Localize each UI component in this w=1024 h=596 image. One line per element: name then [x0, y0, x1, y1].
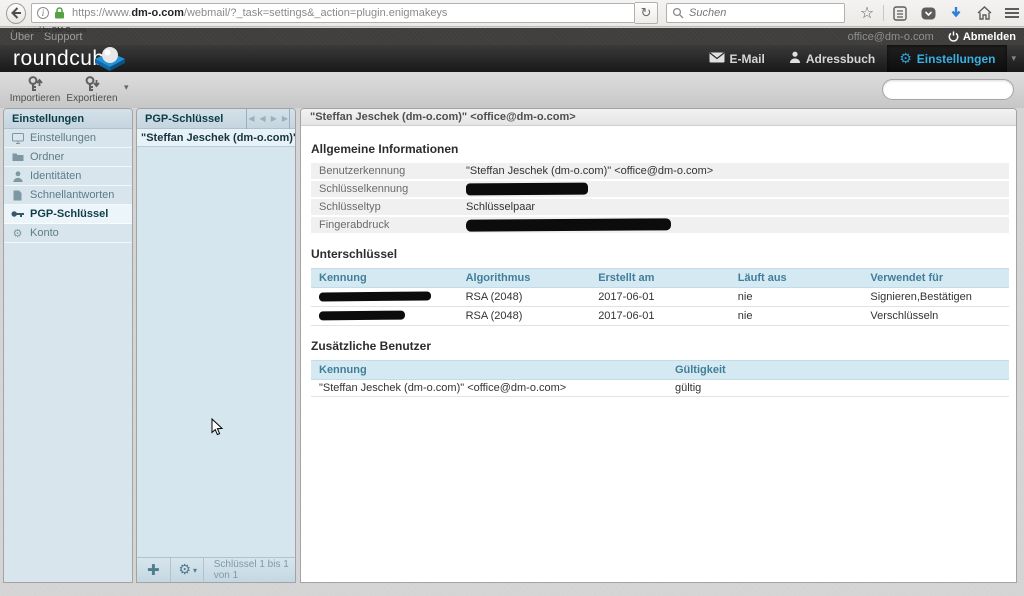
key-list-item[interactable]: "Steffan Jeschek (dm-o.com)" <office@dm-… — [137, 129, 295, 147]
subkeys-table: Kennung Algorithmus Erstellt am Läuft au… — [311, 268, 1009, 326]
sidebar-item-pgp-schluessel[interactable]: PGP-Schlüssel — [4, 205, 132, 224]
redacted-subkey-id — [319, 311, 405, 321]
sidebar-title: Einstellungen — [4, 109, 132, 129]
info-icon[interactable]: i — [37, 7, 49, 19]
logout-button[interactable]: Abmelden — [948, 31, 1016, 43]
pgp-key-list-panel: PGP-Schlüssel ◀ ◀ ▶ ▶ "Steffan Jeschek (… — [136, 108, 296, 583]
key-icon — [11, 210, 24, 218]
url-bar[interactable]: i https://www.dm-o.com/webmail/?_task=se… — [31, 3, 635, 23]
export-caret-icon[interactable]: ▾ — [124, 82, 129, 93]
sidebar-item-ordner[interactable]: Ordner — [4, 148, 132, 167]
document-icon — [11, 190, 24, 201]
gear-icon: ⚙ — [11, 227, 24, 240]
screen: i https://www.dm-o.com/webmail/?_task=se… — [0, 0, 1024, 596]
identity-icon — [11, 171, 24, 182]
lock-icon[interactable] — [54, 7, 65, 19]
redacted-key-id — [466, 183, 588, 196]
reload-button[interactable]: ↻ — [635, 2, 658, 24]
tab-addressbook[interactable]: Adressbuch — [777, 45, 887, 72]
email-icon — [709, 52, 725, 66]
search-icon — [672, 7, 684, 19]
key-details-panel: "Steffan Jeschek (dm-o.com)" <office@dm-… — [300, 108, 1017, 583]
mouse-cursor — [211, 418, 223, 441]
display-icon — [11, 133, 24, 144]
footer-separator — [203, 558, 204, 583]
keys-search-box[interactable]: ✕ — [882, 79, 1014, 100]
app-toolbar: Importieren Exportieren ▾ ✕ — [0, 72, 1024, 108]
roundcube-headerbar: roundcube E-Mail Adres — [0, 45, 1024, 72]
info-row-benutzerkennung: Benutzerkennung "Steffan Jeschek (dm-o.c… — [311, 163, 1009, 179]
bookmarks-list-icon[interactable] — [888, 2, 912, 24]
browser-search[interactable] — [666, 3, 845, 23]
back-arrow-icon — [10, 7, 22, 19]
import-key-icon — [8, 76, 62, 93]
list-options-caret-icon[interactable]: ▾ — [193, 566, 197, 575]
tab-settings[interactable]: ⚙ Einstellungen — [887, 45, 1007, 72]
sidebar-item-einstellungen[interactable]: Einstellungen — [4, 129, 132, 148]
keylist-title: PGP-Schlüssel — [145, 109, 223, 129]
folder-icon — [11, 152, 24, 162]
add-key-button[interactable]: ✚ — [137, 561, 170, 579]
roundcube-topbar: Über Support office@dm-o.com Abmelden — [0, 28, 1024, 45]
users-heading: Zusätzliche Benutzer — [311, 339, 1009, 353]
pocket-icon[interactable] — [916, 2, 940, 24]
list-pagination: ◀ ◀ ▶ ▶ — [246, 109, 290, 129]
users-table: Kennung Gültigkeit "Steffan Jeschek (dm-… — [311, 360, 1009, 397]
menu-icon[interactable] — [1000, 2, 1024, 24]
downloads-icon[interactable] — [944, 2, 968, 24]
roundcube-cube-icon — [92, 44, 128, 81]
account-name: office@dm-o.com — [848, 31, 934, 43]
tasknav-caret-icon[interactable]: ▾ — [1007, 53, 1024, 64]
gear-icon: ⚙ — [899, 51, 912, 67]
powered-by-text: powered by DM-O.com — [14, 27, 86, 34]
info-row-schluesselkennung: Schlüsselkennung — [311, 181, 1009, 197]
key-count-display: Schlüssel 1 bis 1 von 1 — [214, 559, 295, 581]
browser-action-icons: ☆ — [855, 2, 1024, 24]
task-navigation: E-Mail Adressbuch ⚙ Einstellungen ▾ — [697, 45, 1024, 72]
subkeys-header-row: Kennung Algorithmus Erstellt am Läuft au… — [311, 269, 1009, 288]
keys-search-input[interactable] — [893, 84, 1024, 96]
sidebar-item-schnellantworten[interactable]: Schnellantworten — [4, 186, 132, 205]
prev-page-icon[interactable]: ◀ — [260, 109, 266, 129]
sidebar-item-konto[interactable]: ⚙ Konto — [4, 224, 132, 243]
info-row-schluesseltyp: Schlüsseltyp Schlüsselpaar — [311, 199, 1009, 215]
key-list-footer: ✚ ⚙ ▾ Schlüssel 1 bis 1 von 1 — [137, 557, 295, 582]
subkeys-heading: Unterschlüssel — [311, 247, 1009, 261]
home-icon[interactable] — [972, 2, 996, 24]
bookmark-star-icon[interactable]: ☆ — [855, 2, 879, 24]
toolbar-separator — [883, 5, 884, 21]
url-text: https://www.dm-o.com/webmail/?_task=sett… — [72, 7, 447, 19]
tab-email[interactable]: E-Mail — [697, 45, 777, 72]
subkey-row: RSA (2048) 2017-06-01 nie Signieren,Best… — [311, 288, 1009, 307]
list-options-button[interactable]: ⚙ — [170, 562, 193, 578]
import-button[interactable]: Importieren — [8, 76, 62, 104]
next-page-icon[interactable]: ▶ — [271, 109, 277, 129]
contact-icon — [789, 51, 801, 66]
subkey-row: RSA (2048) 2017-06-01 nie Verschlüsseln — [311, 307, 1009, 326]
key-list-background — [137, 148, 295, 557]
redacted-subkey-id — [319, 291, 431, 301]
users-header-row: Kennung Gültigkeit — [311, 361, 1009, 380]
user-row: "Steffan Jeschek (dm-o.com)" <office@dm-… — [311, 380, 1009, 397]
back-button[interactable] — [6, 3, 26, 24]
last-page-icon[interactable]: ▶ — [282, 109, 290, 129]
key-details-title: "Steffan Jeschek (dm-o.com)" <office@dm-… — [301, 109, 1016, 126]
browser-toolbar: i https://www.dm-o.com/webmail/?_task=se… — [0, 0, 1024, 27]
sidebar-item-identitaeten[interactable]: Identitäten — [4, 167, 132, 186]
browser-search-input[interactable] — [689, 7, 829, 19]
general-info-heading: Allgemeine Informationen — [311, 142, 1009, 156]
first-page-icon[interactable]: ◀ — [246, 109, 254, 129]
info-row-fingerabdruck: Fingerabdruck — [311, 217, 1009, 233]
redacted-fingerprint — [466, 218, 671, 231]
settings-sidebar: Einstellungen Einstellungen Ordner Ident… — [3, 108, 133, 583]
power-icon — [948, 31, 959, 42]
